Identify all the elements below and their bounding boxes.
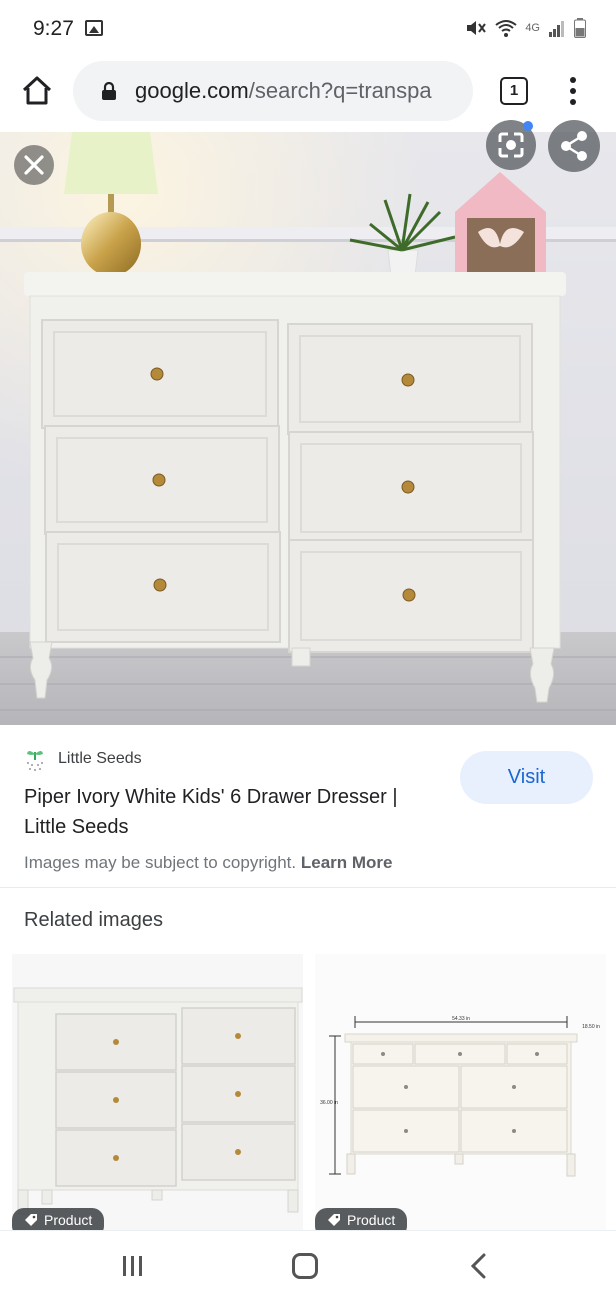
product-badge: Product xyxy=(12,1208,105,1230)
tag-icon xyxy=(328,1214,340,1226)
home-icon[interactable] xyxy=(20,74,54,108)
url-host: google.com xyxy=(135,78,249,103)
battery-icon xyxy=(574,18,586,38)
little-seeds-logo-icon xyxy=(27,751,43,771)
copyright-text: Images may be subject to copyright. xyxy=(24,853,297,872)
home-nav-icon[interactable] xyxy=(292,1253,318,1279)
height-dimension-label: 36.00 in xyxy=(320,1100,338,1106)
status-bar: 9:27 4G xyxy=(0,0,616,58)
learn-more-link[interactable]: Learn More xyxy=(301,853,393,872)
share-icon xyxy=(561,131,587,161)
url-path: /search?q=transpa xyxy=(248,78,432,103)
lte-icon: 4G xyxy=(525,22,540,34)
mute-icon xyxy=(467,21,487,35)
product-badge-label: Product xyxy=(347,1212,396,1228)
dresser-thumbnail xyxy=(12,954,303,1230)
product-badge-label: Product xyxy=(44,1212,93,1228)
lens-button[interactable] xyxy=(486,120,536,170)
lock-icon xyxy=(102,82,116,100)
result-title[interactable]: Piper Ivory White Kids' 6 Drawer Dresser… xyxy=(24,782,444,842)
related-images-heading: Related images xyxy=(24,909,163,931)
status-time: 9:27 xyxy=(33,17,74,40)
share-button[interactable] xyxy=(548,120,600,172)
tab-switcher-button[interactable]: 1 xyxy=(500,77,528,105)
close-preview-button[interactable] xyxy=(14,145,54,185)
depth-dimension-label: 18.50 in xyxy=(582,1024,600,1030)
url-text: google.com/search?q=transpa xyxy=(135,78,432,104)
preview-image[interactable] xyxy=(0,132,616,725)
recent-apps-icon[interactable] xyxy=(121,1254,145,1278)
system-nav-bar xyxy=(0,1230,616,1300)
wifi-icon xyxy=(495,20,517,37)
lens-icon xyxy=(498,121,533,158)
dresser-photo xyxy=(0,132,616,725)
related-image-2[interactable]: 54.33 in 18.50 in 36.00 in Product xyxy=(315,954,606,1230)
close-icon xyxy=(24,155,44,175)
signal-icon xyxy=(549,21,564,37)
tag-icon xyxy=(25,1214,37,1226)
copyright-notice: Images may be subject to copyright. Lear… xyxy=(24,853,393,873)
source-name: Little Seeds xyxy=(58,750,142,767)
dresser-dimensions-thumbnail: 54.33 in 18.50 in 36.00 in xyxy=(315,954,606,1230)
source-row[interactable]: Little Seeds xyxy=(24,746,142,772)
visit-button[interactable]: Visit xyxy=(460,751,593,804)
width-dimension-label: 54.33 in xyxy=(452,1016,470,1022)
status-icons: 4G xyxy=(465,18,586,38)
url-bar[interactable]: google.com/search?q=transpa xyxy=(73,61,473,121)
gallery-icon xyxy=(85,20,103,36)
related-image-1[interactable]: Product xyxy=(12,954,303,1230)
back-icon[interactable] xyxy=(469,1253,489,1279)
result-info: Little Seeds Piper Ivory White Kids' 6 D… xyxy=(0,725,616,888)
product-badge: Product xyxy=(315,1208,408,1230)
divider xyxy=(0,887,616,888)
more-menu-icon[interactable] xyxy=(565,74,581,108)
